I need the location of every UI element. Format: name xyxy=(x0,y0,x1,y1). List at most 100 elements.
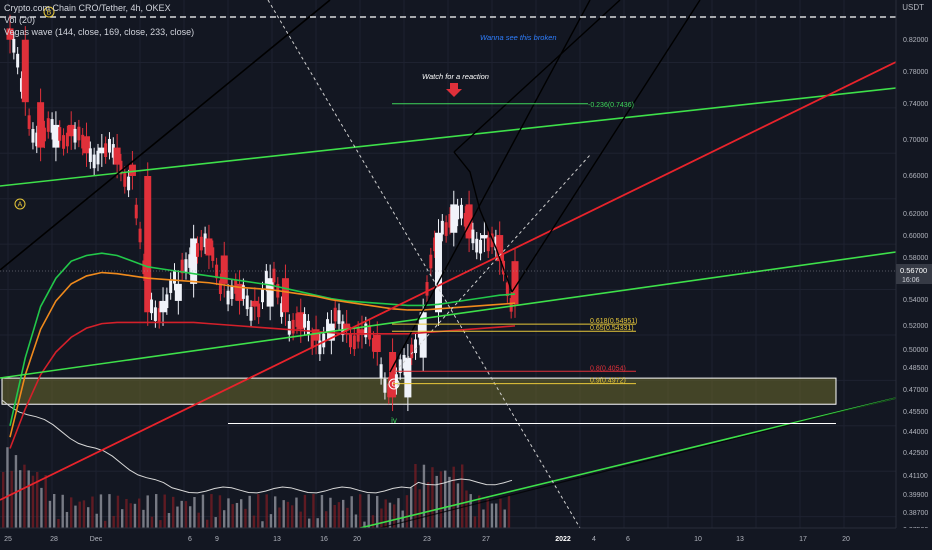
candle-body xyxy=(373,334,381,352)
volume-bar xyxy=(240,499,243,528)
volume-bar xyxy=(235,502,239,528)
volume-bar xyxy=(197,512,200,528)
volume-bar xyxy=(159,520,162,528)
candle-body xyxy=(77,126,81,141)
volume-bar xyxy=(138,498,141,528)
volume-bar xyxy=(503,509,506,528)
candle-body xyxy=(434,232,442,313)
volume-bar xyxy=(299,511,302,528)
candle-body xyxy=(195,243,199,257)
volume-bar xyxy=(87,507,90,528)
price-tick-label: 0.39900 xyxy=(903,492,928,499)
reaction-annotation: Watch for a reaction xyxy=(422,72,489,81)
wave-label-iv: iv xyxy=(391,416,397,425)
volume-bar xyxy=(146,495,149,528)
price-tick-label: 0.45500 xyxy=(903,409,928,416)
candle-body xyxy=(174,283,182,301)
candle-body xyxy=(440,220,444,235)
volume-bar xyxy=(456,483,460,528)
price-tick-label: 0.82000 xyxy=(903,37,928,44)
volume-bar xyxy=(125,498,128,528)
volume-bar xyxy=(44,475,47,528)
price-tick-label: 0.44000 xyxy=(903,429,928,436)
candle-body xyxy=(429,254,433,269)
volume-bar xyxy=(405,495,409,528)
candle-body xyxy=(184,259,188,273)
time-tick-label: 6 xyxy=(188,536,192,543)
candle-body xyxy=(444,222,448,236)
volume-bar xyxy=(303,494,307,528)
volume-bar xyxy=(116,495,120,528)
price-tick-label: 0.41100 xyxy=(903,473,928,480)
time-tick-label: 20 xyxy=(842,536,850,543)
volume-bar xyxy=(104,520,107,528)
time-axis-panel xyxy=(0,528,932,550)
candle-body xyxy=(134,204,138,219)
fib-level-label: 0.9(0.4972) xyxy=(590,378,626,385)
volume-bar xyxy=(444,470,447,528)
volume-bar xyxy=(359,494,362,528)
volume-bar xyxy=(422,464,426,528)
candle-body xyxy=(404,357,412,398)
candle-body xyxy=(337,310,341,324)
volume-bar xyxy=(261,521,264,528)
volume-bar xyxy=(490,503,494,528)
volume-bar xyxy=(333,504,336,528)
volume-bar xyxy=(231,504,234,528)
volume-indicator-label[interactable]: Vol (20) xyxy=(4,15,35,25)
volume-bar xyxy=(99,494,103,528)
volume-bar xyxy=(223,510,226,528)
candle-body xyxy=(169,279,173,293)
candle-body xyxy=(220,255,228,284)
candle-body xyxy=(230,285,234,299)
volume-bar xyxy=(6,447,9,528)
volume-bar xyxy=(380,508,383,528)
price-tick-label: 0.74000 xyxy=(903,101,928,108)
candle-body xyxy=(27,115,31,129)
candle-body xyxy=(58,127,62,141)
fib-level-label: 0.8(0.4054) xyxy=(590,365,626,372)
volume-bar xyxy=(206,519,209,528)
price-chart[interactable]: -0.236(0.7436) 0.618(0.54951)0.65(0.54331… xyxy=(0,0,932,550)
volume-bar xyxy=(295,497,298,528)
volume-bar xyxy=(82,500,86,528)
candle-body xyxy=(291,319,295,334)
price-tick-label: 0.47000 xyxy=(903,387,928,394)
time-tick-label: 9 xyxy=(215,536,219,543)
volume-bar xyxy=(461,464,464,528)
volume-bar xyxy=(36,471,39,528)
candle-body xyxy=(287,321,291,335)
time-tick-label: 4 xyxy=(592,536,596,543)
volume-bar xyxy=(269,514,273,528)
time-tick-label: Dec xyxy=(90,536,103,543)
volume-bar xyxy=(439,471,443,528)
volume-bar xyxy=(112,515,115,528)
time-tick-label: 13 xyxy=(736,536,744,543)
volume-bar xyxy=(214,517,217,528)
volume-bar xyxy=(448,476,451,528)
candle-body xyxy=(211,247,215,261)
candle-body xyxy=(62,135,66,149)
candle-body xyxy=(245,295,249,310)
symbol-title: Crypto.com Chain CRO/Tether, 4h, OKEX xyxy=(4,3,171,13)
candle-body xyxy=(138,228,142,243)
volume-bar xyxy=(465,490,468,528)
candle-body xyxy=(303,314,307,328)
candle-body xyxy=(73,128,77,143)
volume-bar xyxy=(495,503,498,528)
vegas-wave-indicator-label[interactable]: Vegas wave (144, close, 169, close, 233,… xyxy=(4,27,194,37)
volume-bar xyxy=(308,518,311,528)
time-tick-label: 10 xyxy=(694,536,702,543)
volume-bar xyxy=(312,494,315,528)
price-tick-label: 0.60000 xyxy=(903,233,928,240)
candle-body xyxy=(249,307,253,321)
volume-bar xyxy=(427,482,430,528)
price-tick-label: 0.78000 xyxy=(903,69,928,76)
volume-bar xyxy=(193,497,196,528)
time-tick-label: 6 xyxy=(626,536,630,543)
candle-body xyxy=(144,176,152,313)
volume-bar xyxy=(410,487,413,528)
volume-bar xyxy=(486,498,489,528)
volume-bar xyxy=(337,502,341,528)
volume-bar xyxy=(27,470,30,528)
